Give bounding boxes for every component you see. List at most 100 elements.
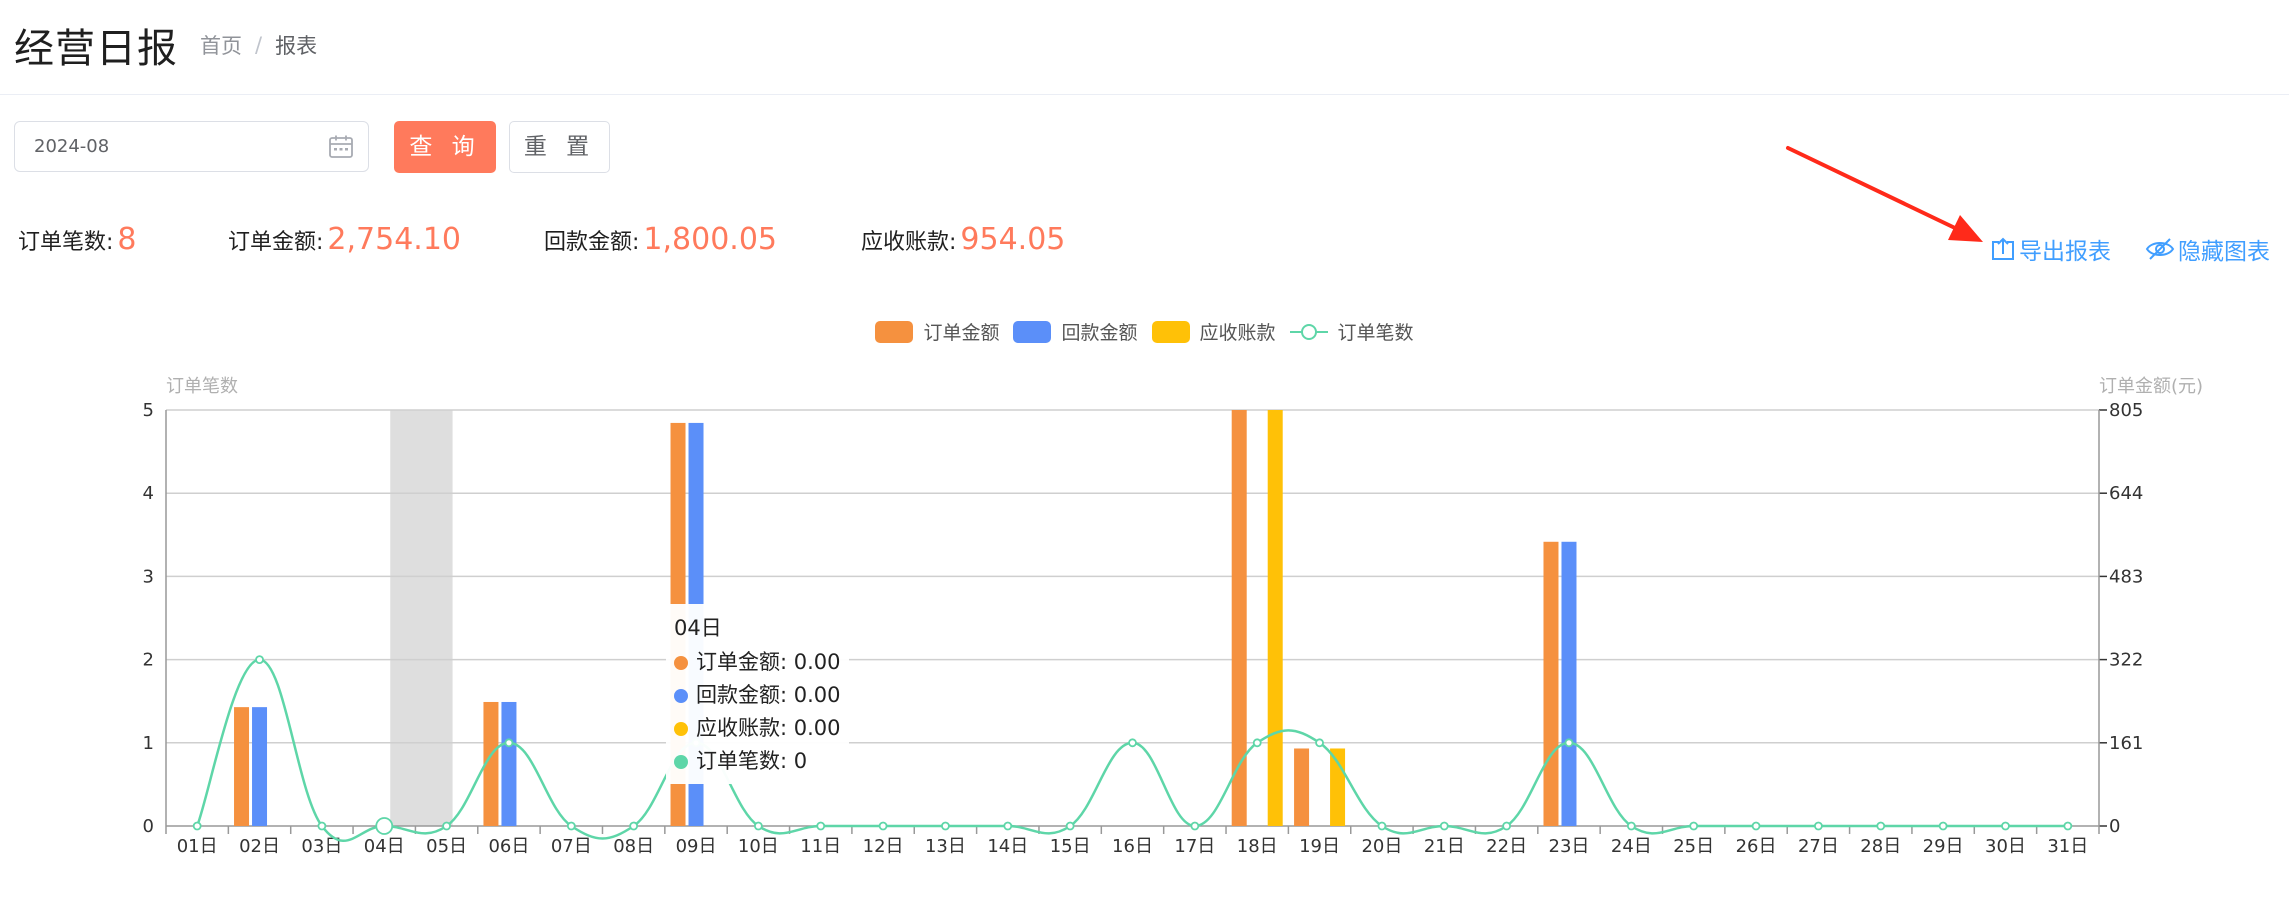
legend-label: 回款金额 — [1061, 322, 1138, 344]
line-point — [1128, 738, 1137, 748]
x-tick-label: 31日 — [2047, 836, 2088, 857]
query-button[interactable]: 查 询 — [394, 121, 496, 173]
tooltip-dot — [674, 655, 688, 670]
x-tick-label: 18日 — [1237, 836, 1278, 857]
y-right-axis-title: 订单金额(元) — [2099, 376, 2203, 397]
tooltip-dot — [674, 721, 688, 736]
line-point — [816, 821, 826, 831]
line-point — [2001, 821, 2010, 831]
y-left-tick-label: 4 — [143, 483, 154, 504]
x-tick-label: 28日 — [1860, 836, 1901, 857]
y-left-tick-label: 0 — [143, 816, 154, 837]
eye-off-icon — [2145, 238, 2175, 260]
x-tick-label: 02日 — [239, 836, 280, 857]
bar-1 — [252, 707, 268, 826]
month-picker-input[interactable]: 2024-08 — [14, 121, 369, 172]
line-point — [1003, 821, 1013, 831]
x-tick-label: 08日 — [613, 836, 654, 857]
legend-item-receivable[interactable]: 应收账款 — [1151, 318, 1276, 345]
y-right-tick-label: 322 — [2109, 650, 2143, 671]
legend-swatch — [1013, 320, 1052, 343]
x-tick-label: 19日 — [1299, 836, 1340, 857]
line-point — [1814, 821, 1823, 831]
report-page: 经营日报 首页 / 报表 2024-08 查 询 重 置 订单笔数: 8 订单金… — [0, 0, 2289, 907]
summary-label: 订单金额: — [228, 230, 324, 255]
bar-0 — [1543, 541, 1559, 826]
x-tick-label: 27日 — [1798, 836, 1839, 857]
line-point — [1315, 738, 1324, 748]
reset-button[interactable]: 重 置 — [509, 121, 610, 173]
line-point — [1751, 821, 1761, 831]
x-tick-label: 13日 — [925, 836, 966, 857]
summary-payment-amount: 回款金额: 1,800.05 — [544, 222, 777, 262]
hide-chart-label: 隐藏图表 — [2178, 239, 2270, 265]
y-left-axis-title: 订单笔数 — [166, 376, 238, 397]
legend-swatch — [875, 320, 914, 343]
y-left-tick-label: 1 — [143, 733, 154, 754]
line-point — [504, 738, 514, 748]
summary-receivable: 应收账款: 954.05 — [861, 222, 1065, 262]
export-report-label: 导出报表 — [2019, 239, 2111, 265]
summary-label: 回款金额: — [544, 230, 640, 255]
legend-label: 应收账款 — [1199, 322, 1276, 344]
line-point — [1377, 821, 1387, 831]
export-icon — [1992, 237, 2014, 260]
bar-0 — [1294, 748, 1310, 826]
tooltip-text: 应收账款: 0.00 — [696, 716, 841, 740]
line-point — [1065, 821, 1075, 831]
hide-chart-button[interactable]: 隐藏图表 — [2145, 233, 2270, 265]
legend-label: 订单金额 — [923, 322, 1000, 344]
tooltip-dot — [674, 754, 688, 769]
tooltip-text: 回款金额: 0.00 — [696, 683, 841, 707]
legend-item-order-amount[interactable]: 订单金额 — [875, 318, 999, 345]
breadcrumb-current: 报表 — [275, 34, 318, 58]
x-tick-label: 30日 — [1985, 836, 2026, 857]
summary-value: 8 — [117, 222, 137, 257]
x-tick-label: 22日 — [1486, 836, 1527, 857]
line-point — [1502, 821, 1512, 831]
line-point — [255, 655, 264, 665]
line-point — [1252, 738, 1262, 748]
line-point — [1626, 821, 1636, 831]
line-point — [375, 817, 394, 835]
line-point — [1689, 821, 1699, 831]
line-point — [1190, 821, 1200, 831]
tooltip-row-order-count: 订单笔数: 0 — [674, 745, 841, 778]
tooltip-row-receivable: 应收账款: 0.00 — [674, 712, 841, 745]
x-tick-label: 23日 — [1549, 836, 1590, 857]
y-right-tick-label: 483 — [2109, 566, 2143, 587]
x-tick-label: 26日 — [1736, 836, 1777, 857]
chart-tooltip: 04日 订单金额: 0.00 回款金额: 0.00 应收账款: 0.00 订单笔… — [666, 604, 849, 784]
line-point — [1938, 821, 1948, 831]
breadcrumb-home-link[interactable]: 首页 — [200, 30, 242, 60]
tooltip-text: 订单笔数: 0 — [696, 749, 808, 773]
month-picker-value: 2024-08 — [34, 136, 110, 157]
calendar-icon[interactable] — [328, 134, 354, 160]
legend-item-payment-amount[interactable]: 回款金额 — [1013, 318, 1138, 345]
summary-value: 954.05 — [960, 222, 1066, 257]
line-point — [941, 821, 950, 831]
x-tick-label: 25日 — [1673, 836, 1714, 857]
line-point — [1564, 738, 1574, 748]
line-point — [878, 821, 888, 831]
x-tick-label: 24日 — [1611, 836, 1652, 857]
x-tick-label: 14日 — [987, 836, 1028, 857]
tooltip-title: 04日 — [674, 616, 722, 640]
x-tick-label: 10日 — [738, 836, 779, 857]
legend-item-order-count[interactable]: 订单笔数 — [1289, 318, 1414, 345]
x-tick-label: 09日 — [676, 836, 717, 857]
y-right-tick-label: 0 — [2109, 816, 2120, 837]
x-tick-label: 11日 — [800, 836, 841, 857]
summary-order-count: 订单笔数: 8 — [18, 222, 137, 262]
x-tick-label: 16日 — [1112, 836, 1153, 857]
y-right-tick-label: 805 — [2109, 400, 2143, 421]
page-header: 经营日报 首页 / 报表 — [0, 0, 2289, 95]
chart-legend: 订单金额 回款金额 应收账款 订单笔数 — [0, 318, 2289, 345]
y-right-tick-label: 161 — [2109, 733, 2143, 754]
export-report-button[interactable]: 导出报表 — [1990, 233, 2111, 265]
x-tick-label: 06日 — [488, 836, 529, 857]
business-daily-chart[interactable]: 0 0 1 161 2 322 3 483 4 644 5 805 订单笔数 订单金额(元) 01日 02日 0… — [0, 360, 2289, 880]
line-point — [629, 821, 639, 831]
hover-highlight-band — [390, 410, 453, 826]
line-point — [753, 821, 763, 831]
